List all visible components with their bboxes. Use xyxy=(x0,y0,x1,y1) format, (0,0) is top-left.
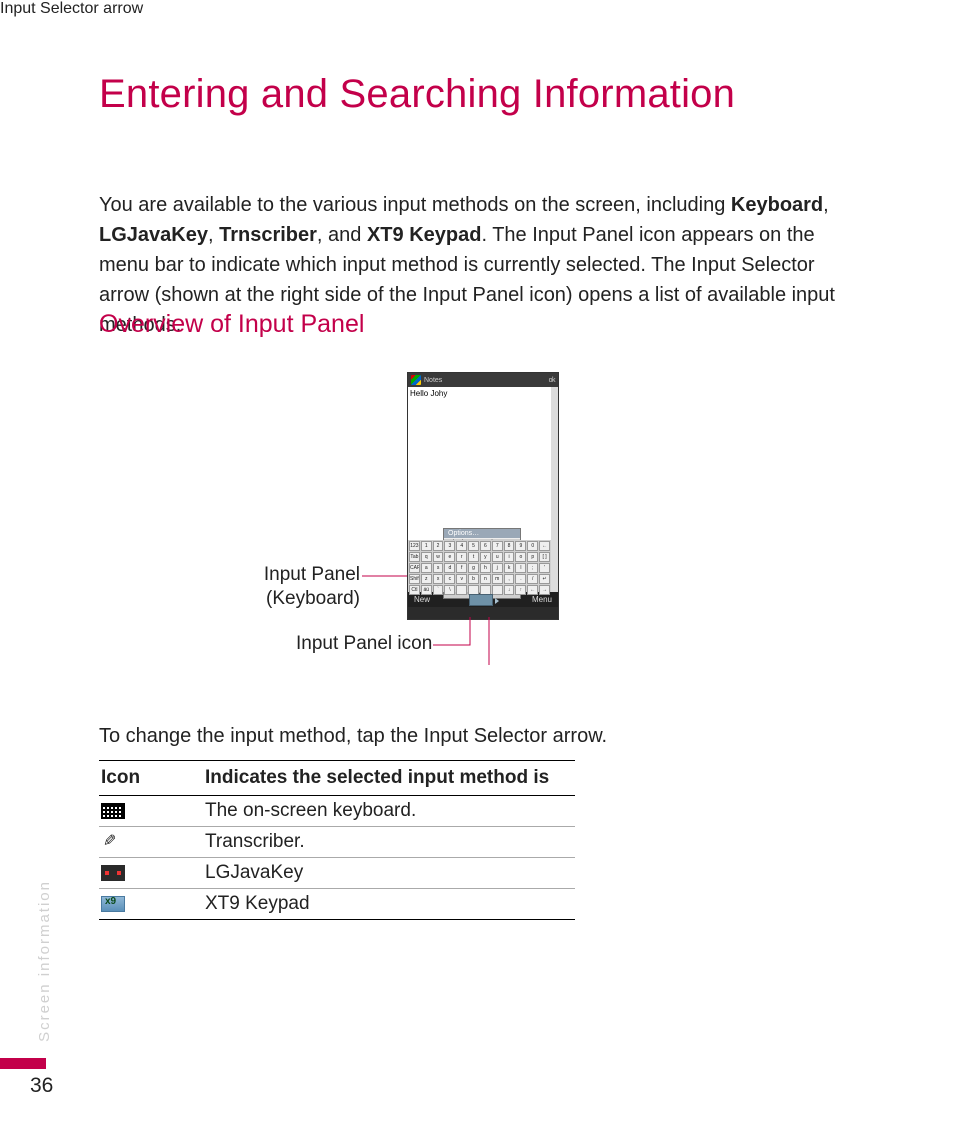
key: n xyxy=(480,574,491,584)
key: k xyxy=(504,563,515,573)
key xyxy=(492,585,503,595)
key: a xyxy=(421,563,432,573)
key: ; xyxy=(527,563,538,573)
key: 1 xyxy=(421,541,432,551)
key: ↓ xyxy=(504,585,515,595)
start-icon xyxy=(411,375,421,385)
key: / xyxy=(527,574,538,584)
th-icon: Icon xyxy=(99,761,203,796)
key: 6 xyxy=(480,541,491,551)
key: Ctl xyxy=(409,585,420,595)
key: ↑ xyxy=(515,585,526,595)
device-canvas: Hello Johy Options… Block Recognizer Key… xyxy=(408,387,558,592)
input-panel-icon xyxy=(469,594,493,606)
key: ← xyxy=(527,585,538,595)
key: p xyxy=(527,552,538,562)
device-note-text: Hello Johy xyxy=(410,389,447,398)
key: \ xyxy=(444,585,455,595)
key: ↵ xyxy=(539,574,550,584)
key: 2 xyxy=(433,541,444,551)
key: ` xyxy=(433,585,444,595)
key: t xyxy=(468,552,479,562)
transcriber-icon xyxy=(101,834,125,850)
key: r xyxy=(456,552,467,562)
key: f xyxy=(456,563,467,573)
row-desc: Transcriber. xyxy=(203,827,575,858)
sidebar-accent xyxy=(0,1058,46,1069)
key: 123 xyxy=(409,541,420,551)
key: [ ] xyxy=(539,552,550,562)
key xyxy=(456,585,467,595)
key: → xyxy=(539,585,550,595)
key: v xyxy=(456,574,467,584)
key: Shift xyxy=(409,574,420,584)
key: l xyxy=(515,563,526,573)
xt9-icon xyxy=(101,896,125,912)
key: 8 xyxy=(504,541,515,551)
kw-xt9: XT9 Keypad xyxy=(367,224,481,246)
section-overview: Overview of Input Panel xyxy=(99,310,364,339)
key: 4 xyxy=(456,541,467,551)
key: w xyxy=(433,552,444,562)
callout-input-panel-icon: Input Panel icon xyxy=(296,633,432,655)
key: 9 xyxy=(515,541,526,551)
key: ← xyxy=(539,541,550,551)
key: 5 xyxy=(468,541,479,551)
menu-options: Options… xyxy=(444,529,520,538)
device-screenshot: Notes ok Hello Johy Options… Block Recog… xyxy=(407,372,559,620)
key: 7 xyxy=(492,541,503,551)
kw-keyboard: Keyboard xyxy=(731,194,823,216)
key: b xyxy=(468,574,479,584)
key: h xyxy=(480,563,491,573)
kw-lgjavakey: LGJavaKey xyxy=(99,224,208,246)
key: x xyxy=(433,574,444,584)
device-keyboard: 1231234567890←Tabqwertyuiop[ ]CAPasdfghj… xyxy=(408,540,551,592)
key: 0 xyxy=(527,541,538,551)
key: u xyxy=(492,552,503,562)
key: s xyxy=(433,563,444,573)
softkey-menu: Menu xyxy=(532,595,552,604)
kw-trnscriber: Trnscriber xyxy=(219,224,317,246)
device-titlebar: Notes ok xyxy=(408,373,558,387)
key: d xyxy=(444,563,455,573)
lgjavakey-icon xyxy=(101,865,125,881)
key: Tab xyxy=(409,552,420,562)
keyboard-icon xyxy=(101,803,125,819)
key: q xyxy=(421,552,432,562)
device-app-name: Notes xyxy=(424,377,442,384)
key: z xyxy=(421,574,432,584)
row-desc: XT9 Keypad xyxy=(203,889,575,920)
intro-text: You are available to the various input m… xyxy=(99,194,731,216)
key: j xyxy=(492,563,503,573)
key: ' xyxy=(539,563,550,573)
key: 3 xyxy=(444,541,455,551)
key: c xyxy=(444,574,455,584)
key: y xyxy=(480,552,491,562)
side-section-label: Screen information xyxy=(36,880,53,1042)
page-title: Entering and Searching Information xyxy=(99,72,735,117)
key: , xyxy=(504,574,515,584)
change-method-text: To change the input method, tap the Inpu… xyxy=(99,725,607,748)
th-desc: Indicates the selected input method is xyxy=(203,761,575,796)
key: . xyxy=(515,574,526,584)
callout-input-panel: Input Panel (Keyboard) xyxy=(258,563,360,611)
key: g xyxy=(468,563,479,573)
row-desc: The on-screen keyboard. xyxy=(203,796,575,827)
input-icon-table: Icon Indicates the selected input method… xyxy=(99,760,575,920)
page-number: 36 xyxy=(30,1074,53,1098)
key: CAP xyxy=(409,563,420,573)
key: o xyxy=(515,552,526,562)
key: áü xyxy=(421,585,432,595)
callout-input-selector-arrow: Input Selector arrow xyxy=(0,0,954,18)
row-desc: LGJavaKey xyxy=(203,858,575,889)
key: m xyxy=(492,574,503,584)
device-sys: ok xyxy=(549,377,555,384)
key: e xyxy=(444,552,455,562)
key: i xyxy=(504,552,515,562)
softkey-new: New xyxy=(414,595,430,604)
